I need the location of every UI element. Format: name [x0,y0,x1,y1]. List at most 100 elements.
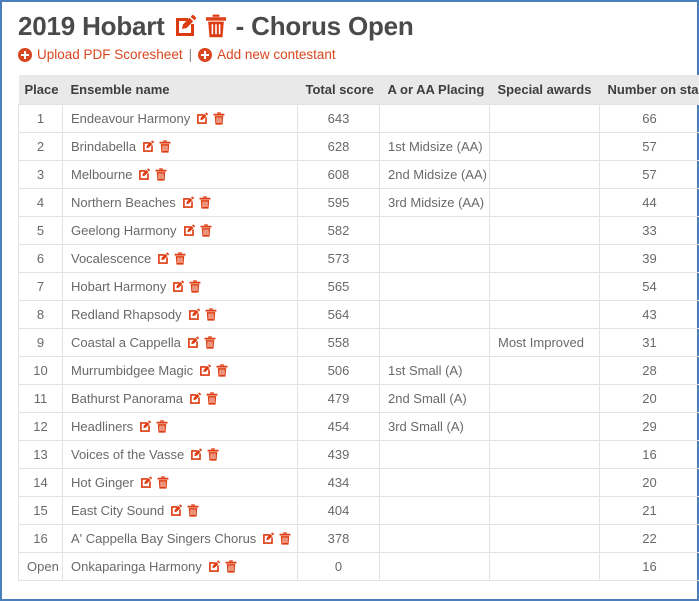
cell-total-score: 643 [297,104,380,133]
page-title: 2019 Hobart - Chorus Open [18,10,697,42]
column-header-total-score: Total score [297,75,380,105]
edit-icon[interactable] [199,364,212,377]
row-action-icons [183,224,212,237]
cell-a-or-aa-placing [379,552,490,581]
table-header: Place Ensemble name Total score A or AA … [18,75,699,105]
edit-icon[interactable] [138,168,151,181]
table-row: 6 Vocalescence 573 39 [18,244,699,273]
row-action-icons [208,560,237,573]
cell-special-awards [489,356,600,385]
trash-icon[interactable] [205,308,217,321]
edit-icon[interactable] [189,392,202,405]
trash-icon[interactable] [156,420,168,433]
table-row: 11 Bathurst Panorama 479 2nd Small (A) 2… [18,384,699,413]
trash-icon[interactable] [189,280,201,293]
title-action-icons [174,14,227,38]
table-row: Open Onkaparinga Harmony 0 16 [18,552,699,581]
table-row: 8 Redland Rhapsody 564 43 [18,300,699,329]
edit-icon[interactable] [183,224,196,237]
cell-special-awards: Most Improved [489,328,600,357]
edit-icon[interactable] [139,420,152,433]
table-row: 15 East City Sound 404 21 [18,496,699,525]
cell-place: 14 [18,468,63,497]
trash-icon[interactable] [174,252,186,265]
ensemble-name-label: Murrumbidgee Magic [71,363,194,378]
cell-ensemble-name: Brindabella [62,132,298,161]
cell-number-on-stage: 54 [599,272,699,301]
cell-a-or-aa-placing [379,468,490,497]
cell-total-score: 454 [297,412,380,441]
ensemble-name-label: Bathurst Panorama [71,391,184,406]
trash-icon[interactable] [159,140,171,153]
row-action-icons [188,308,217,321]
cell-place: 5 [18,216,63,245]
cell-a-or-aa-placing [379,496,490,525]
table-row: 10 Murrumbidgee Magic 506 1st Small (A) … [18,356,699,385]
edit-icon[interactable] [140,476,153,489]
edit-icon[interactable] [142,140,155,153]
cell-total-score: 582 [297,216,380,245]
cell-ensemble-name: Murrumbidgee Magic [62,356,298,385]
cell-place: 13 [18,440,63,469]
trash-icon[interactable] [279,532,291,545]
row-action-icons [190,448,219,461]
ensemble-name-label: Hobart Harmony [71,279,167,294]
cell-place: 2 [18,132,63,161]
add-new-contestant-link[interactable]: Add new contestant [198,46,336,64]
cell-special-awards [489,160,600,189]
page-container: 2019 Hobart - Chorus Open Upload PDF Sco… [2,2,699,599]
edit-icon[interactable] [196,112,209,125]
cell-number-on-stage: 22 [599,524,699,553]
cell-place: 10 [18,356,63,385]
trash-icon[interactable] [207,448,219,461]
column-header-place: Place [18,75,63,105]
cell-ensemble-name: Redland Rhapsody [62,300,298,329]
edit-icon[interactable] [187,336,200,349]
trash-icon[interactable] [204,336,216,349]
column-header-number-on-stage: Number on stage [599,75,699,105]
row-action-icons [187,336,216,349]
trash-icon[interactable] [157,476,169,489]
action-links-bar: Upload PDF Scoresheet | Add new contesta… [18,46,697,64]
table-header-row: Place Ensemble name Total score A or AA … [18,75,699,105]
trash-icon[interactable] [187,504,199,517]
edit-icon[interactable] [188,308,201,321]
cell-a-or-aa-placing [379,300,490,329]
trash-icon[interactable] [200,224,212,237]
row-action-icons [139,420,168,433]
cell-ensemble-name: East City Sound [62,496,298,525]
cell-place: 1 [18,104,63,133]
trash-icon[interactable] [205,14,227,38]
cell-special-awards [489,496,600,525]
cell-a-or-aa-placing: 1st Small (A) [379,356,490,385]
edit-icon[interactable] [208,560,221,573]
cell-special-awards [489,244,600,273]
edit-icon[interactable] [157,252,170,265]
plus-circle-icon [198,48,213,62]
trash-icon[interactable] [225,560,237,573]
ensemble-name-label: Voices of the Vasse [71,447,185,462]
edit-icon[interactable] [174,14,198,38]
ensemble-name-label: East City Sound [71,503,165,518]
cell-number-on-stage: 57 [599,160,699,189]
edit-icon[interactable] [172,280,185,293]
trash-icon[interactable] [199,196,211,209]
row-action-icons [199,364,228,377]
cell-ensemble-name: A' Cappella Bay Singers Chorus [62,524,298,553]
edit-icon[interactable] [190,448,203,461]
cell-a-or-aa-placing [379,524,490,553]
trash-icon[interactable] [155,168,167,181]
edit-icon[interactable] [182,196,195,209]
cell-number-on-stage: 44 [599,188,699,217]
cell-ensemble-name: Geelong Harmony [62,216,298,245]
cell-number-on-stage: 20 [599,384,699,413]
trash-icon[interactable] [216,364,228,377]
trash-icon[interactable] [213,112,225,125]
cell-total-score: 558 [297,328,380,357]
edit-icon[interactable] [262,532,275,545]
cell-total-score: 506 [297,356,380,385]
edit-icon[interactable] [170,504,183,517]
trash-icon[interactable] [206,392,218,405]
upload-pdf-scoresheet-link[interactable]: Upload PDF Scoresheet [18,46,183,64]
table-row: 4 Northern Beaches 595 3rd Midsize (AA) … [18,188,699,217]
